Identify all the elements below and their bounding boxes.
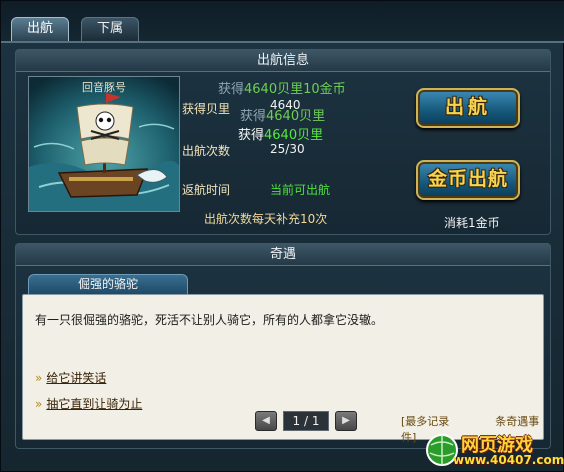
encounter-tab[interactable]: 倔强的骆驼: [28, 274, 188, 294]
game-window: 出航 下属 出航信息 回音豚号 获得4640贝里10金币 获得贝里 4640 获…: [0, 0, 564, 472]
prev-page-button[interactable]: ◀: [255, 411, 277, 431]
voyage-count-label: 出航次数: [182, 144, 231, 158]
encounter-panel: 奇遇 倔强的骆驼 有一只很倔强的骆驼，死活不让别人骑它，所有的人都拿它没辙。 »…: [15, 243, 551, 449]
encounter-panel-title: 奇遇: [16, 244, 550, 266]
next-page-button[interactable]: ▶: [335, 411, 357, 431]
choice-whip[interactable]: » 抽它直到让骑为止: [35, 395, 142, 412]
refill-note: 出航次数每天补充10次: [204, 212, 328, 226]
sail-button[interactable]: 出航: [416, 88, 520, 128]
tab-bar: 出航 下属: [1, 1, 564, 43]
encounter-content: 有一只很倔强的骆驼，死活不让别人骑它，所有的人都拿它没辙。 » 给它讲笑话 » 抽它…: [22, 294, 544, 444]
page-indicator: 1 / 1: [283, 411, 329, 431]
watermark-site: www.40407.com: [453, 453, 564, 467]
voyage-count-value: 25/30: [270, 142, 305, 156]
reward-popup: 获得4640贝里: [238, 128, 324, 143]
choice-label[interactable]: 给它讲笑话: [46, 371, 106, 385]
shells-label: 获得贝里: [182, 102, 231, 116]
reward-popup-mid: 获得4640贝里: [240, 109, 326, 124]
double-chevron-icon: »: [35, 371, 43, 385]
gold-sail-button[interactable]: 金币出航: [416, 160, 520, 200]
choice-label[interactable]: 抽它直到让骑为止: [46, 397, 142, 411]
return-time-label: 返航时间: [182, 183, 231, 197]
gold-cost: 消耗1金币: [444, 216, 500, 230]
tab-divider: [1, 41, 564, 43]
return-time-value: 当前可出航: [270, 183, 331, 197]
ship-name: 回音豚号: [82, 81, 126, 94]
ship-portrait: 回音豚号: [28, 76, 180, 212]
voyage-panel-title: 出航信息: [16, 50, 550, 72]
tab-voyage[interactable]: 出航: [11, 17, 69, 41]
voyage-panel: 出航信息 回音豚号 获得4640贝里10金币 获得贝里 4640 获得4640贝…: [15, 49, 551, 235]
reward-popup-faded: 获得4640贝里10金币: [218, 82, 346, 97]
choice-tell-joke[interactable]: » 给它讲笑话: [35, 369, 106, 386]
tab-subordinates[interactable]: 下属: [81, 17, 139, 41]
double-chevron-icon: »: [35, 397, 43, 411]
ship-illustration: [29, 77, 179, 211]
encounter-description: 有一只很倔强的骆驼，死活不让别人骑它，所有的人都拿它没辙。: [35, 313, 384, 327]
watermark: 网页游戏 www.40407.com: [425, 431, 564, 469]
